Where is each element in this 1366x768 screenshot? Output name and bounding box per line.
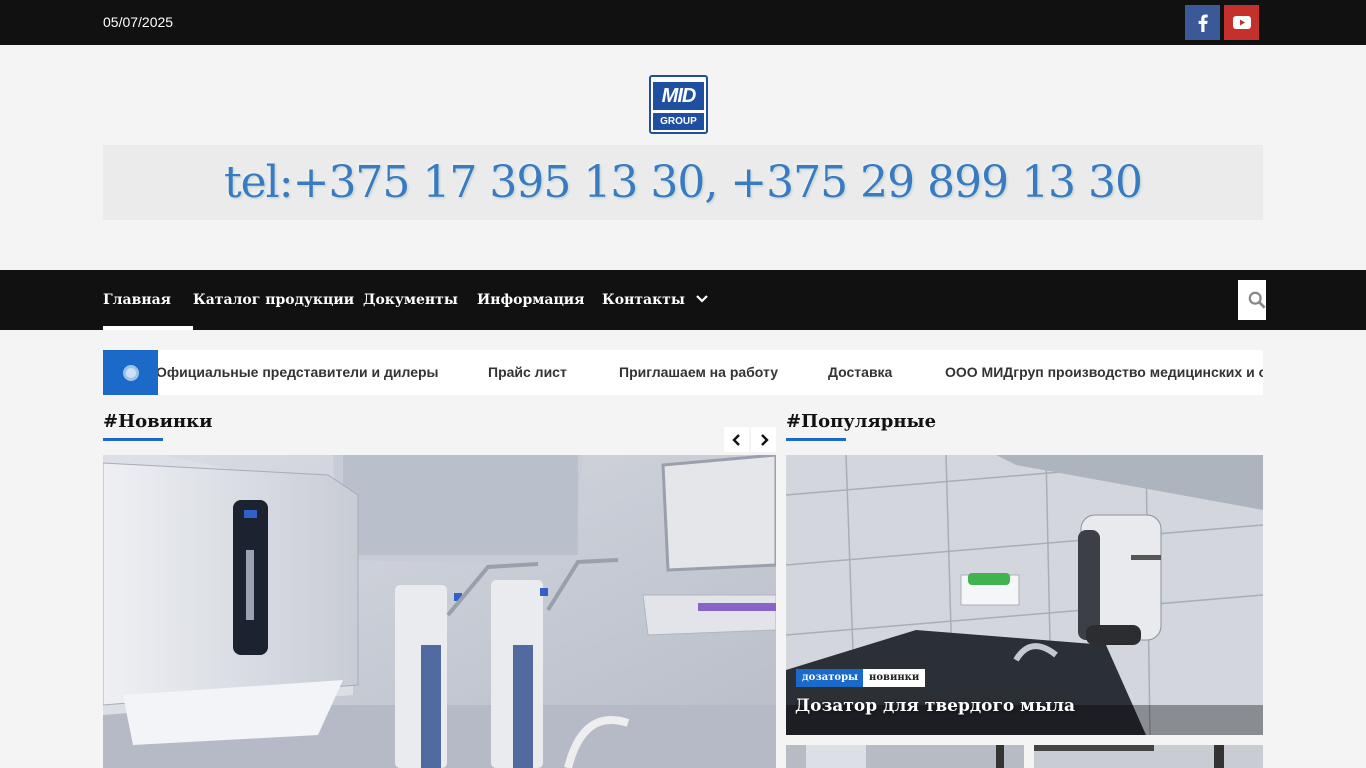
logo-mid-text: MID bbox=[653, 82, 704, 110]
popular-post-title[interactable]: Дозатор для твердого мыла bbox=[795, 696, 1075, 716]
post-thumbnail[interactable] bbox=[786, 745, 1024, 768]
popular-post-image[interactable] bbox=[786, 455, 1263, 735]
ticker-indicator-icon bbox=[122, 364, 139, 381]
top-bar: 05/07/2025 bbox=[0, 0, 1366, 45]
chevron-right-icon bbox=[760, 433, 769, 446]
nav-item-catalog[interactable]: Каталог продукции bbox=[193, 292, 354, 308]
nav-item-contacts-label: Контакты bbox=[602, 292, 685, 308]
youtube-icon bbox=[1232, 16, 1251, 29]
nav-item-info[interactable]: Информация bbox=[477, 292, 585, 308]
facebook-icon bbox=[1198, 14, 1208, 32]
facebook-link[interactable] bbox=[1185, 5, 1220, 40]
news-ticker: Официальные представители и дилеры Прайс… bbox=[103, 350, 1263, 395]
ticker-item[interactable]: ООО МИДгруп производство медицинских и с… bbox=[945, 364, 1263, 380]
washroom-photo bbox=[103, 455, 776, 768]
chevron-left-icon bbox=[731, 433, 740, 446]
site-logo[interactable]: MID GROUP bbox=[649, 75, 708, 134]
phone-banner: tel:+375 17 395 13 30, +375 29 899 13 30 bbox=[103, 145, 1263, 220]
post-thumbnail[interactable] bbox=[1034, 745, 1263, 768]
category-tag[interactable]: новинки bbox=[863, 669, 926, 687]
ticker-item[interactable]: Прайс лист bbox=[488, 364, 567, 380]
slider-controls bbox=[724, 427, 776, 452]
category-tag[interactable]: дозаторы bbox=[796, 669, 865, 687]
section-underline bbox=[103, 438, 163, 441]
section-title-new: #Новинки bbox=[103, 411, 213, 432]
nav-item-contacts[interactable]: Контакты bbox=[602, 292, 708, 308]
ticker-item[interactable]: Официальные представители и дилеры bbox=[158, 364, 439, 380]
thumbnail-photo bbox=[1034, 745, 1263, 768]
site-header: MID GROUP tel:+375 17 395 13 30, +375 29… bbox=[0, 45, 1366, 270]
ticker-item[interactable]: Приглашаем на работу bbox=[619, 364, 778, 380]
search-icon bbox=[1248, 291, 1266, 309]
chevron-down-icon bbox=[695, 295, 708, 303]
slider-prev-button[interactable] bbox=[724, 427, 749, 452]
phone-numbers: tel:+375 17 395 13 30, +375 29 899 13 30 bbox=[223, 157, 1143, 208]
main-nav: Главная Каталог продукции Документы Инфо… bbox=[0, 270, 1366, 330]
ticker-items: Официальные представители и дилеры Прайс… bbox=[158, 350, 1263, 395]
current-date: 05/07/2025 bbox=[103, 14, 174, 30]
nav-active-indicator bbox=[103, 326, 193, 330]
nav-item-home[interactable]: Главная bbox=[103, 292, 171, 308]
soap-dispenser-photo bbox=[786, 455, 1263, 735]
slider-next-button[interactable] bbox=[751, 427, 776, 452]
youtube-link[interactable] bbox=[1224, 5, 1259, 40]
logo-group-text: GROUP bbox=[653, 113, 704, 130]
thumbnail-photo bbox=[786, 745, 1024, 768]
ticker-item[interactable]: Доставка bbox=[828, 364, 892, 380]
search-button[interactable] bbox=[1238, 280, 1266, 320]
featured-slide-image[interactable] bbox=[103, 455, 776, 768]
nav-item-documents[interactable]: Документы bbox=[363, 292, 458, 308]
ticker-pause-button[interactable] bbox=[103, 350, 158, 395]
section-underline bbox=[786, 438, 846, 441]
section-title-popular: #Популярные bbox=[786, 411, 937, 432]
